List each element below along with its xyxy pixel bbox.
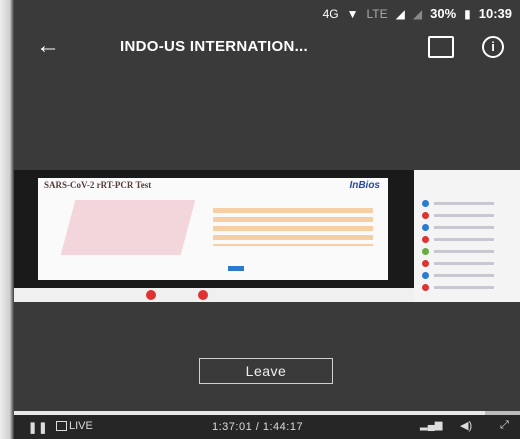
participant-row	[422, 272, 512, 279]
participant-row	[422, 236, 512, 243]
live-indicator[interactable]: LIVE	[56, 420, 93, 432]
meeting-controls-strip	[14, 288, 414, 302]
slide-logo: InBios	[349, 180, 380, 191]
live-box-icon	[56, 421, 67, 431]
participant-row	[422, 284, 512, 291]
slide-product-image	[60, 200, 196, 255]
participant-row	[422, 224, 512, 231]
battery-percent: 30%	[430, 6, 457, 21]
back-arrow-icon[interactable]: ←	[36, 32, 60, 60]
clock: 10:39	[478, 6, 512, 21]
live-label: LIVE	[69, 420, 93, 432]
left-edge	[0, 0, 14, 439]
signal-icon-2: ◢	[412, 6, 423, 21]
participants-panel	[414, 170, 520, 302]
info-icon[interactable]: i	[482, 36, 504, 58]
fullscreen-icon[interactable]: ⤢	[500, 419, 509, 432]
participant-row	[422, 248, 512, 255]
playback-controls: ❚❚ LIVE 1:37:01 / 1:44:17 ▂▄▆ ◀) ⤢	[14, 415, 520, 439]
battery-icon: ▮	[464, 6, 471, 21]
slide-title: SARS-CoV-2 rRT-PCR Test	[44, 180, 152, 190]
chat-icon[interactable]	[428, 36, 454, 58]
shared-screen-video[interactable]: SARS-CoV-2 rRT-PCR Test InBios	[14, 170, 520, 302]
signal-bars-icon: ▂▄▆	[420, 420, 443, 431]
slide-text-block	[213, 208, 373, 246]
status-bar: 4G ▼ LTE ◢ ◢ 30% ▮ 10:39	[14, 0, 520, 28]
meeting-title: INDO-US INTERNATION...	[120, 38, 308, 55]
status-right: 4G ▼ LTE ◢ ◢ 30% ▮ 10:39	[323, 6, 512, 21]
signal-icon: ◢	[395, 6, 405, 21]
end-call-icon	[198, 290, 208, 300]
top-bar: ← INDO-US INTERNATION... i	[14, 28, 520, 68]
mute-icon	[146, 290, 156, 300]
lte-label: LTE	[366, 6, 388, 21]
volume-icon[interactable]: ◀)	[460, 419, 472, 432]
participant-row	[422, 260, 512, 267]
pause-icon[interactable]: ❚❚	[28, 421, 48, 434]
wifi-icon: ▼	[346, 6, 359, 21]
network-icon: 4G	[322, 6, 339, 21]
playback-time: 1:37:01 / 1:44:17	[212, 421, 304, 433]
participant-row	[422, 212, 512, 219]
participant-row	[422, 200, 512, 207]
slide-button	[228, 266, 244, 271]
presentation-area: SARS-CoV-2 rRT-PCR Test InBios	[14, 170, 414, 288]
leave-button[interactable]: Leave	[199, 358, 333, 384]
presentation-slide: SARS-CoV-2 rRT-PCR Test InBios	[38, 178, 388, 280]
